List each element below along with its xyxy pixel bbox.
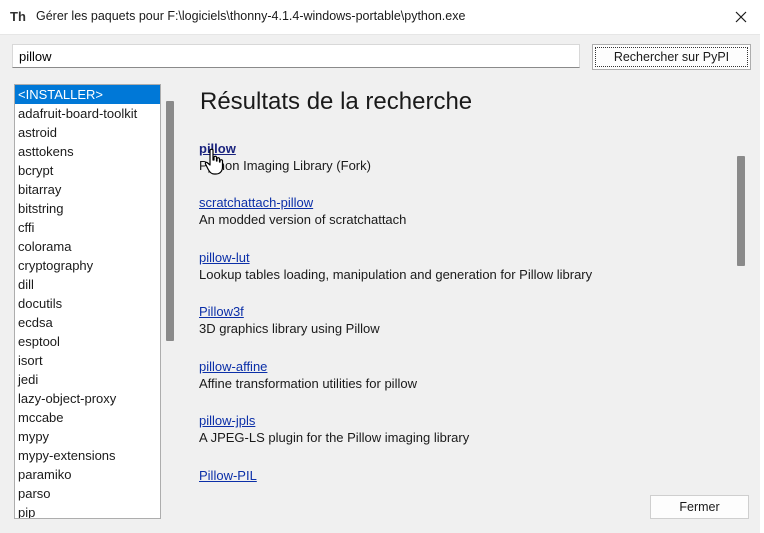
package-list-item[interactable]: ecdsa — [15, 313, 160, 332]
result-name-link[interactable]: pillow-affine — [199, 358, 417, 375]
title-bar: Th Gérer les paquets pour F:\logiciels\t… — [0, 0, 764, 35]
window-edge — [760, 34, 764, 533]
package-list-item[interactable]: mypy — [15, 427, 160, 446]
results-heading: Résultats de la recherche — [200, 88, 473, 115]
search-result: scratchattach-pillow An modded version of… — [199, 194, 406, 229]
package-list-scrollbar[interactable] — [166, 101, 174, 341]
search-result: pillow-affine Affine transformation utili… — [199, 358, 417, 393]
hand-pointer-icon — [204, 148, 224, 175]
result-description: Affine transformation utilities for pill… — [199, 376, 417, 391]
package-list[interactable]: <INSTALLER> adafruit-board-toolkit astroid… — [14, 84, 161, 519]
package-list-item[interactable]: <INSTALLER> — [15, 85, 160, 104]
thonny-app-icon: Th — [10, 9, 26, 24]
package-list-item[interactable]: esptool — [15, 332, 160, 351]
package-list-item[interactable]: cffi — [15, 218, 160, 237]
result-description: 3D graphics library using Pillow — [199, 321, 380, 336]
package-list-item[interactable]: parso — [15, 484, 160, 503]
result-description: Lookup tables loading, manipulation and … — [199, 267, 593, 282]
package-list-item[interactable]: cryptography — [15, 256, 160, 275]
result-name-link[interactable]: pillow-lut — [199, 249, 592, 266]
results-panel: Résultats de la recherche pillow Python I… — [178, 84, 750, 486]
package-list-item[interactable]: adafruit-board-toolkit — [15, 104, 160, 123]
result-description: An modded version of scratchattach — [199, 212, 407, 227]
result-name-link[interactable]: Pillow-PIL — [199, 467, 257, 484]
package-list-item[interactable]: paramiko — [15, 465, 160, 484]
package-list-item[interactable]: mccabe — [15, 408, 160, 427]
package-list-item[interactable]: docutils — [15, 294, 160, 313]
close-dialog-button[interactable]: Fermer — [650, 495, 749, 519]
search-result: pillow-jpls A JPEG-LS plugin for the Pill… — [199, 412, 469, 447]
search-result: Pillow-PIL — [199, 467, 257, 484]
result-name-link[interactable]: Pillow3f — [199, 303, 380, 320]
package-list-item[interactable]: bitstring — [15, 199, 160, 218]
close-icon — [735, 11, 747, 23]
search-result: Pillow3f 3D graphics library using Pillow — [199, 303, 380, 338]
package-list-item[interactable]: asttokens — [15, 142, 160, 161]
package-list-item[interactable]: astroid — [15, 123, 160, 142]
package-list-item[interactable]: bcrypt — [15, 161, 160, 180]
package-list-item[interactable]: jedi — [15, 370, 160, 389]
result-name-link[interactable]: pillow-jpls — [199, 412, 469, 429]
package-list-item[interactable]: bitarray — [15, 180, 160, 199]
result-name-link[interactable]: scratchattach-pillow — [199, 194, 406, 211]
search-input[interactable] — [12, 44, 580, 68]
result-description: A JPEG-LS plugin for the Pillow imaging … — [199, 430, 470, 445]
search-pypi-button[interactable]: Rechercher sur PyPI — [592, 44, 751, 70]
results-scrollbar-thumb[interactable] — [737, 156, 745, 266]
package-list-item[interactable]: pip — [15, 503, 160, 518]
package-list-item[interactable]: dill — [15, 275, 160, 294]
package-list-item[interactable]: isort — [15, 351, 160, 370]
close-window-button[interactable] — [718, 0, 764, 34]
package-list-item[interactable]: mypy-extensions — [15, 446, 160, 465]
package-list-item[interactable]: lazy-object-proxy — [15, 389, 160, 408]
package-list-item[interactable]: colorama — [15, 237, 160, 256]
search-result: pillow-lut Lookup tables loading, manipul… — [199, 249, 592, 284]
window-title: Gérer les paquets pour F:\logiciels\thon… — [36, 9, 466, 23]
